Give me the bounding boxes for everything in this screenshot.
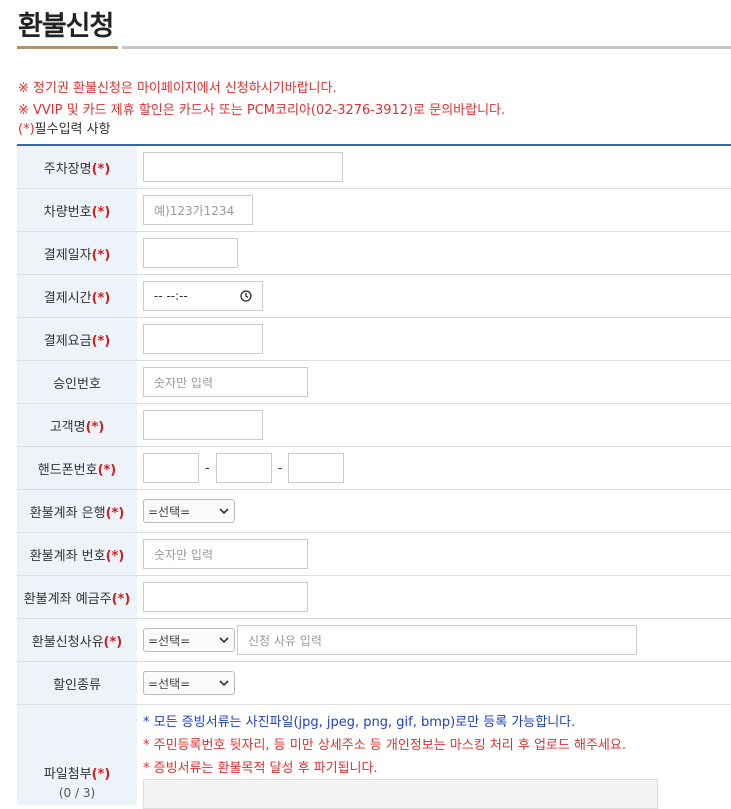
row-parking-lot: 주차장명(*) xyxy=(17,146,731,189)
label-car-number: 차량번호(*) xyxy=(17,189,137,231)
pay-date-input[interactable] xyxy=(143,238,238,268)
discount-type-select[interactable]: =선택= xyxy=(143,671,235,695)
discount-type-selected: =선택= xyxy=(148,676,191,691)
clock-icon[interactable] xyxy=(240,290,252,302)
attachment-note-privacy: * 주민등록번호 뒷자리, 등 미만 상세주소 등 개인정보는 마스킹 처리 후… xyxy=(143,738,626,753)
parking-lot-input[interactable] xyxy=(143,152,343,182)
label-pay-time: 결제시간(*) xyxy=(17,275,137,317)
notice-block: ※ 정기권 환불신청은 마이페이지에서 신청하시기바랍니다. ※ VVIP 및 … xyxy=(18,78,731,137)
label-attachment: 파일첨부(*) (0 / 3) xyxy=(17,705,137,805)
attachment-note-disposal: * 증빙서류는 환불목적 달성 후 파기됩니다. xyxy=(143,761,378,776)
label-parking-lot: 주차장명(*) xyxy=(17,146,137,188)
label-pay-date: 결제일자(*) xyxy=(17,232,137,274)
row-account-holder: 환불계좌 예금주(*) xyxy=(17,576,731,619)
row-approval-no: 승인번호 숫자만 입력 xyxy=(17,361,731,404)
label-refund-bank: 환불계좌 은행(*) xyxy=(17,490,137,532)
notice-card-discount: ※ VVIP 및 카드 제휴 할인은 카드사 또는 PCM코리아(02-3276… xyxy=(18,103,506,118)
refund-bank-selected: =선택= xyxy=(148,504,191,519)
notice-season-pass: ※ 정기권 환불신청은 마이페이지에서 신청하시기바랍니다. xyxy=(18,81,337,96)
pay-time-value: -- --:-- xyxy=(154,289,188,303)
refund-account-input[interactable]: 숫자만 입력 xyxy=(143,539,308,569)
refund-bank-select[interactable]: =선택= xyxy=(143,499,235,523)
chevron-down-icon xyxy=(219,637,229,644)
page-header: 환불신청 xyxy=(0,0,731,50)
pay-amount-input[interactable] xyxy=(143,324,263,354)
row-discount-type: 할인종류 =선택= xyxy=(17,662,731,705)
row-attachment: 파일첨부(*) (0 / 3) * 모든 증빙서류는 사진파일(jpg, jpe… xyxy=(17,705,731,809)
phone-separator: - xyxy=(277,460,283,476)
label-phone: 핸드폰번호(*) xyxy=(17,447,137,489)
row-pay-amount: 결제요금(*) xyxy=(17,318,731,361)
required-note-mark: (*) xyxy=(18,122,35,137)
refund-reason-selected: =선택= xyxy=(148,633,191,648)
row-car-number: 차량번호(*) 예)123가1234 xyxy=(17,189,731,232)
required-note-text: 필수입력 사항 xyxy=(34,122,111,137)
label-pay-amount: 결제요금(*) xyxy=(17,318,137,360)
car-number-input[interactable]: 예)123가1234 xyxy=(143,195,253,225)
label-approval-no: 승인번호 xyxy=(17,361,137,403)
row-refund-account: 환불계좌 번호(*) 숫자만 입력 xyxy=(17,533,731,576)
chevron-down-icon xyxy=(219,680,229,687)
attachment-note-format: * 모든 증빙서류는 사진파일(jpg, jpeg, png, gif, bmp… xyxy=(143,715,576,730)
row-pay-time: 결제시간(*) -- --:-- xyxy=(17,275,731,318)
refund-reason-select[interactable]: =선택= xyxy=(143,628,235,652)
label-account-holder: 환불계좌 예금주(*) xyxy=(17,576,137,618)
approval-no-input[interactable]: 숫자만 입력 xyxy=(143,367,308,397)
required-note: (*)필수입력 사항 xyxy=(18,121,111,139)
title-underline xyxy=(122,46,731,49)
phone-part-3-input[interactable] xyxy=(288,453,345,483)
title-underline-accent xyxy=(17,46,118,49)
row-phone: 핸드폰번호(*) - - xyxy=(17,447,731,490)
account-holder-input[interactable] xyxy=(143,582,308,612)
label-refund-reason: 환불신청사유(*) xyxy=(17,619,137,661)
row-refund-bank: 환불계좌 은행(*) =선택= xyxy=(17,490,731,533)
row-pay-date: 결제일자(*) xyxy=(17,232,731,275)
file-upload-area[interactable] xyxy=(143,779,658,809)
row-refund-reason: 환불신청사유(*) =선택= 신청 사유 입력 xyxy=(17,619,731,662)
label-discount-type: 할인종류 xyxy=(17,662,137,704)
label-customer-name: 고객명(*) xyxy=(17,404,137,446)
refund-reason-input[interactable]: 신청 사유 입력 xyxy=(237,625,637,655)
row-customer-name: 고객명(*) xyxy=(17,404,731,447)
label-refund-account: 환불계좌 번호(*) xyxy=(17,533,137,575)
page-title: 환불신청 xyxy=(18,11,114,42)
pay-time-input[interactable]: -- --:-- xyxy=(143,281,263,311)
attachment-cell: * 모든 증빙서류는 사진파일(jpg, jpeg, png, gif, bmp… xyxy=(137,705,731,809)
refund-form: 주차장명(*) 차량번호(*) 예)123가1234 결제일자(*) 결제시간(… xyxy=(17,144,731,809)
chevron-down-icon xyxy=(219,508,229,515)
phone-separator: - xyxy=(205,460,210,476)
customer-name-input[interactable] xyxy=(143,410,263,440)
phone-part-2-input[interactable] xyxy=(215,453,272,483)
phone-part-1-input[interactable] xyxy=(143,453,199,483)
